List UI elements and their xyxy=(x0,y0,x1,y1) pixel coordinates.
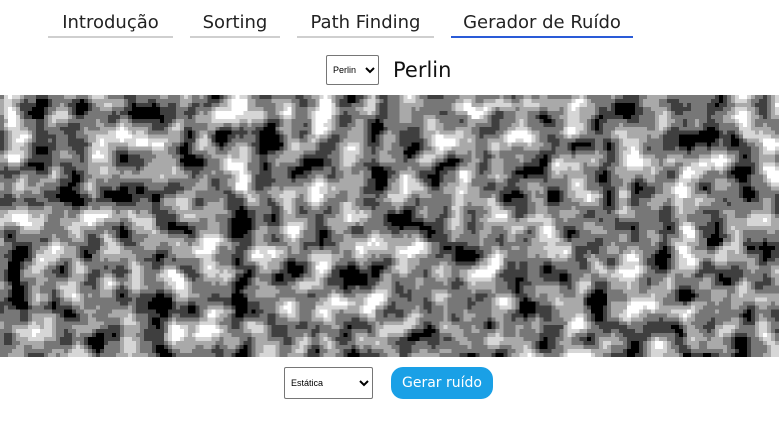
generate-noise-button[interactable]: Gerar ruído xyxy=(391,367,493,399)
tab-navigation: Introdução Sorting Path Finding Gerador … xyxy=(0,0,779,44)
mode-select[interactable]: Estática xyxy=(284,367,373,399)
tab-introducao[interactable]: Introdução xyxy=(48,10,173,38)
tab-path-finding[interactable]: Path Finding xyxy=(297,10,434,38)
noise-canvas xyxy=(0,95,779,357)
noise-canvas-container xyxy=(0,95,779,357)
algorithm-select[interactable]: Perlin xyxy=(326,55,379,85)
tab-gerador-de-ruido[interactable]: Gerador de Ruído xyxy=(451,10,633,38)
algorithm-title: Perlin xyxy=(393,58,452,82)
tab-sorting[interactable]: Sorting xyxy=(190,10,280,38)
